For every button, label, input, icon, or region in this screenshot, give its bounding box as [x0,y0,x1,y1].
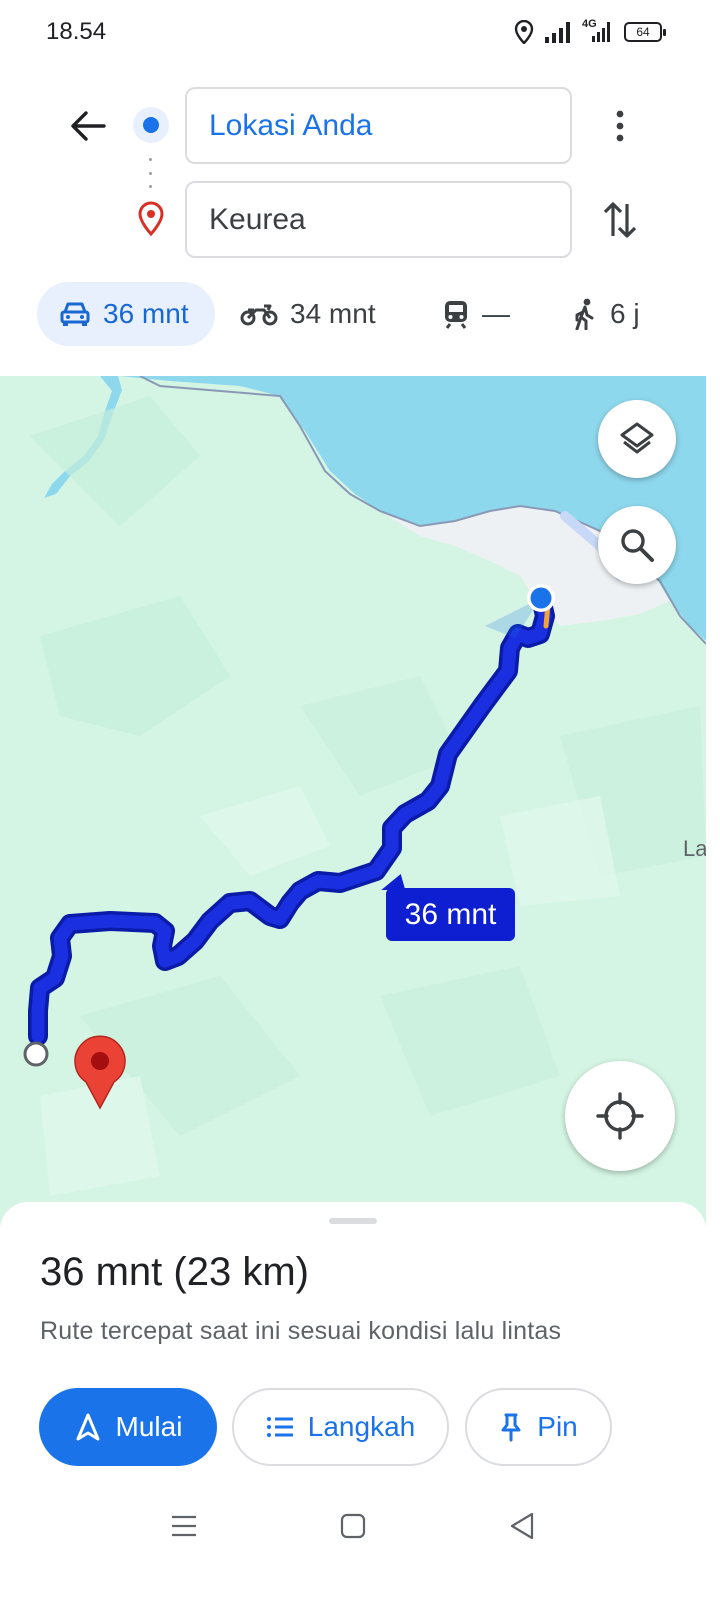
mode-walk-label: 6 j [610,298,640,329]
mode-motorcycle-label: 34 mnt [290,298,376,329]
battery-level: 64 [636,25,650,39]
terrain-shade [30,396,200,526]
route-end-icon [23,1041,49,1067]
location-icon [514,20,534,44]
pin-label: Pin [537,1411,578,1442]
home-square-icon [340,1513,366,1539]
map-view[interactable]: 36 mnt La [0,376,706,1226]
navigation-arrow-icon [76,1413,100,1441]
car-icon [60,302,90,326]
mode-motorcycle-tab[interactable]: 34 mnt [240,282,376,346]
terrain-shade [380,966,560,1116]
arrow-back-icon [71,111,106,141]
route-duration-distance: 36 mnt (23 km) [40,1250,309,1294]
steps-label: Langkah [307,1411,416,1442]
pin-button[interactable]: Pin [465,1388,612,1466]
status-time: 18.54 [46,18,107,45]
pin-icon [501,1413,521,1442]
start-navigation-button[interactable]: Mulai [39,1388,217,1466]
mode-walk-tab[interactable]: 6 j [572,282,640,346]
destination-pin-icon [135,201,167,237]
layers-button[interactable] [598,400,676,478]
signal-icon [545,22,570,43]
battery-icon: 64 [624,22,666,42]
route-note: Rute tercepat saat ini sesuai kondisi la… [40,1317,562,1345]
route-connector [149,158,153,188]
walk-icon [575,298,594,330]
mode-transit-label: — [482,298,510,329]
motorcycle-icon [240,304,278,326]
status-bar: 18.54 4G 64 [0,0,720,64]
steps-button[interactable]: Langkah [232,1388,449,1466]
terrain-shade [40,596,230,736]
swap-button[interactable] [596,194,644,246]
back-triangle-icon [510,1512,534,1540]
home-nav-button[interactable] [333,1510,373,1542]
route-summary-sheet: 36 mnt (23 km) Rute tercepat saat ini se… [0,1202,706,1600]
start-label: Mulai [115,1411,183,1442]
list-icon [266,1417,293,1437]
menu-nav-button[interactable] [164,1510,204,1542]
route-duration-callout[interactable]: 36 mnt [386,888,515,941]
mode-car-tab[interactable]: 36 mnt [37,282,215,346]
mode-transit-tab[interactable]: — [442,282,510,346]
4g-signal-icon: 4G [582,18,614,44]
terrain-light [200,786,330,876]
more-options-button[interactable] [598,100,642,152]
my-location-icon [596,1092,644,1140]
status-icons: 4G 64 [514,18,666,46]
system-navigation-bar [0,1492,706,1556]
more-vert-icon [616,110,624,142]
swap-vert-icon [603,202,637,238]
mode-car-label: 36 mnt [103,298,189,329]
menu-icon [172,1515,196,1537]
back-button[interactable] [60,100,116,152]
train-icon [445,301,467,329]
back-nav-button[interactable] [502,1510,542,1542]
search-icon [621,529,654,562]
layers-icon [620,422,654,454]
map-place-label: La [683,836,706,861]
destination-field[interactable]: Keurea [185,181,572,258]
my-location-button[interactable] [565,1061,675,1171]
terrain-light [500,796,620,906]
origin-dot-icon [133,107,169,143]
map-search-button[interactable] [598,506,676,584]
sheet-drag-handle[interactable] [329,1218,377,1224]
origin-field[interactable]: Lokasi Anda [185,87,572,164]
